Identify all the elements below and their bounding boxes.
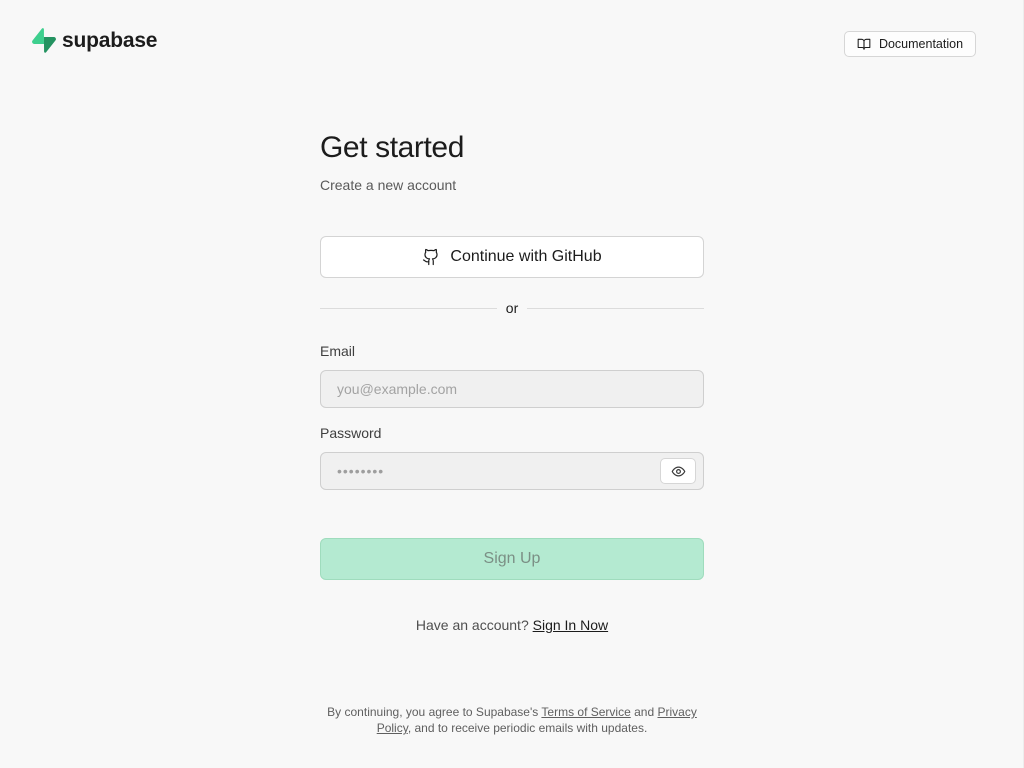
divider-text: or [505, 300, 519, 316]
page-subtitle: Create a new account [320, 177, 457, 193]
or-divider: or [320, 298, 705, 318]
terms-of-service-link[interactable]: Terms of Service [541, 705, 630, 719]
github-icon [423, 248, 439, 266]
legal-prefix: By continuing, you agree to Supabase's [327, 705, 539, 719]
email-label: Email [320, 343, 356, 359]
continue-with-github-button[interactable]: Continue with GitHub [320, 236, 704, 278]
have-account-prompt: Have an account? Sign In Now [320, 617, 704, 633]
have-account-text: Have an account? [415, 617, 529, 633]
password-field[interactable] [320, 452, 704, 490]
documentation-label: Documentation [878, 37, 964, 51]
supabase-bolt-icon [32, 28, 56, 53]
supabase-logo[interactable]: supabase [32, 28, 157, 53]
documentation-button[interactable]: Documentation [844, 31, 976, 57]
logo-text: supabase [62, 28, 158, 52]
legal-suffix: , and to receive periodic emails with up… [407, 721, 648, 735]
page-title: Get started [320, 131, 465, 164]
divider-line-right [527, 307, 705, 309]
legal-notice: By continuing, you agree to Supabase's T… [316, 704, 708, 736]
legal-and: and [634, 705, 655, 719]
password-label: Password [320, 425, 382, 441]
show-password-button[interactable] [660, 458, 696, 484]
sign-up-button[interactable]: Sign Up [320, 538, 704, 580]
book-open-icon [857, 38, 871, 50]
eye-icon [671, 466, 685, 476]
github-button-label: Continue with GitHub [450, 248, 602, 265]
divider-line-left [320, 307, 497, 309]
sign-up-label: Sign Up [483, 550, 541, 567]
email-field[interactable] [320, 370, 704, 408]
sign-in-now-link[interactable]: Sign In Now [533, 617, 608, 633]
